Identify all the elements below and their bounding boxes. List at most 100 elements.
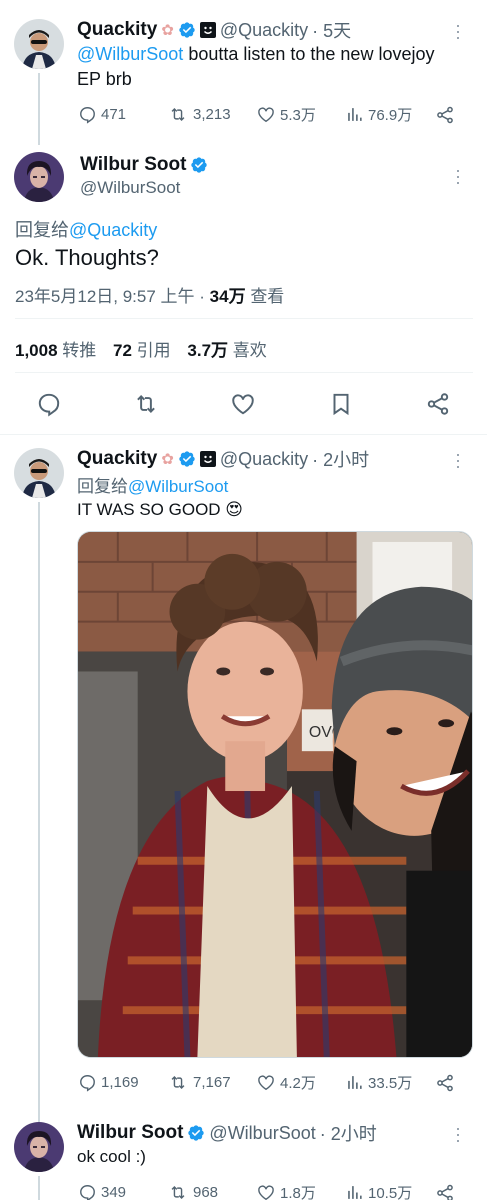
reply-button[interactable]: 1,169 — [78, 1073, 167, 1092]
reply-icon — [80, 1075, 95, 1092]
bookmark-icon[interactable] — [328, 391, 354, 417]
like-count: 4.2万 — [280, 1075, 316, 1092]
author-name[interactable]: Wilbur Soot — [80, 154, 186, 176]
like-button[interactable]: 4.2万 — [256, 1072, 345, 1093]
reply-icon[interactable] — [36, 391, 62, 417]
like-button[interactable]: 5.3万 — [256, 104, 345, 125]
reply-prefix: 回复给 — [77, 477, 128, 496]
retweet-icon — [171, 1075, 185, 1090]
tweet1-actions: 471 3,213 5.3万 76.9万 — [78, 104, 462, 125]
reply-count: 471 — [101, 106, 127, 123]
mention-link[interactable]: @WilburSoot — [77, 44, 183, 64]
thread-line — [38, 502, 40, 1122]
views-count: 34万 — [209, 287, 246, 306]
avatar-quackity[interactable] — [14, 19, 64, 69]
reply-context: 回复给@WilburSoot — [77, 472, 228, 497]
likes-count: 3.7万 — [187, 341, 229, 360]
retweets-label: 转推 — [62, 341, 97, 360]
reply-to-link[interactable]: @Quackity — [69, 220, 157, 240]
retweet-icon — [171, 1185, 185, 1200]
verified-badge-icon — [179, 22, 195, 38]
retweet-count: 7,167 — [193, 1074, 231, 1091]
tweet-meta: 23年5月12日, 9:57 上午 · 34万 查看 — [15, 282, 284, 307]
views-button[interactable]: 76.9万 — [345, 104, 435, 125]
retweet-icon[interactable] — [132, 391, 160, 417]
lotus-emoji-icon: ✿ — [161, 451, 174, 468]
views-chart-icon — [348, 108, 362, 121]
affiliate-badge-icon — [199, 451, 216, 467]
quotes-label: 引用 — [136, 341, 171, 360]
tweet1-header: Quackity ✿ @Quackity · 5天 — [77, 17, 355, 43]
more-options-icon[interactable]: · · · — [455, 1119, 461, 1149]
like-button[interactable]: 1.8万 — [256, 1182, 345, 1200]
share-icon[interactable] — [425, 391, 451, 417]
like-count: 5.3万 — [280, 107, 316, 124]
author-handle[interactable]: @WilburSoot — [209, 1123, 315, 1144]
tweet3-header: Quackity ✿ @Quackity · 2小时 — [77, 446, 373, 472]
reply-button[interactable]: 471 — [78, 105, 167, 124]
reply-context: 回复给@Quackity — [15, 216, 157, 242]
avatar-wilbursoot[interactable] — [14, 1122, 64, 1172]
share-icon[interactable] — [435, 1073, 455, 1093]
share-icon[interactable] — [435, 1183, 455, 1200]
retweet-button[interactable]: 7,167 — [167, 1073, 256, 1092]
tweet-time[interactable]: · 5天 — [312, 17, 351, 43]
tweet-photo[interactable]: OVO — [77, 531, 473, 1058]
heart-icon — [258, 1075, 274, 1091]
heart-icon — [258, 107, 274, 123]
more-options-icon[interactable]: · · · — [455, 445, 461, 475]
thread-line — [38, 1176, 40, 1200]
heart-icon — [258, 1185, 274, 1200]
like-count: 1.8万 — [280, 1185, 316, 1200]
author-name[interactable]: Quackity — [77, 448, 157, 470]
retweet-button[interactable]: 3,213 — [167, 105, 256, 124]
views-button[interactable]: 33.5万 — [345, 1072, 435, 1093]
tweet4-actions: 349 968 1.8万 10.5万 — [78, 1182, 462, 1200]
views-button[interactable]: 10.5万 — [345, 1182, 435, 1200]
more-options-icon[interactable]: · · · — [455, 16, 461, 46]
tweet-time[interactable]: · 2小时 — [320, 1120, 377, 1146]
lotus-emoji-icon: ✿ — [161, 22, 174, 39]
retweet-icon — [171, 107, 185, 122]
reply-count: 1,169 — [101, 1074, 139, 1091]
heart-icon[interactable] — [230, 391, 256, 417]
reply-to-link[interactable]: @WilburSoot — [128, 477, 228, 496]
author-handle[interactable]: @WilburSoot — [80, 178, 180, 198]
selfie-photo: OVO — [78, 532, 472, 1057]
avatar-wilbursoot[interactable] — [14, 152, 64, 202]
tweet-time[interactable]: · 2小时 — [312, 446, 369, 472]
retweets-count: 1,008 — [15, 341, 58, 360]
tweet3-actions: 1,169 7,167 4.2万 33.5万 — [78, 1072, 462, 1093]
views-count: 33.5万 — [368, 1075, 413, 1092]
retweet-count: 968 — [193, 1184, 219, 1200]
avatar-quackity[interactable] — [14, 448, 64, 498]
divider — [15, 318, 473, 319]
thread-line — [38, 73, 40, 145]
verified-badge-icon — [179, 451, 195, 467]
author-name[interactable]: Quackity — [77, 19, 157, 41]
reply-button[interactable]: 349 — [78, 1183, 167, 1200]
affiliate-badge-icon — [199, 22, 216, 38]
share-icon[interactable] — [435, 105, 455, 125]
engagement-stats: 1,008 转推 72 引用 3.7万 喜欢 — [15, 336, 267, 361]
author-name[interactable]: Wilbur Soot — [77, 1122, 183, 1144]
retweet-count: 3,213 — [193, 106, 231, 123]
likes-label: 喜欢 — [232, 341, 267, 360]
tweet3-text: IT WAS SO GOOD 😍 — [77, 500, 244, 519]
divider — [15, 372, 473, 373]
tweet-datetime[interactable]: 23年5月12日, 9:57 上午 · — [15, 287, 205, 306]
author-handle[interactable]: @Quackity — [220, 20, 308, 41]
retweet-button[interactable]: 968 — [167, 1183, 256, 1200]
retweets-stat[interactable]: 1,008 转推 — [15, 341, 96, 360]
reply-count: 349 — [101, 1184, 127, 1200]
main-tweet-text: Ok. Thoughts? — [15, 245, 159, 270]
author-handle[interactable]: @Quackity — [220, 449, 308, 470]
quotes-count: 72 — [113, 341, 132, 360]
tweet-text-line1: boutta listen to the new lovejoy — [183, 44, 435, 64]
tweet-text-line2: EP brb — [77, 69, 132, 89]
quotes-stat[interactable]: 72 引用 — [113, 341, 171, 360]
views-label: 查看 — [250, 287, 285, 306]
more-options-icon[interactable]: · · · — [455, 161, 461, 191]
likes-stat[interactable]: 3.7万 喜欢 — [187, 341, 266, 360]
views-chart-icon — [348, 1076, 362, 1089]
